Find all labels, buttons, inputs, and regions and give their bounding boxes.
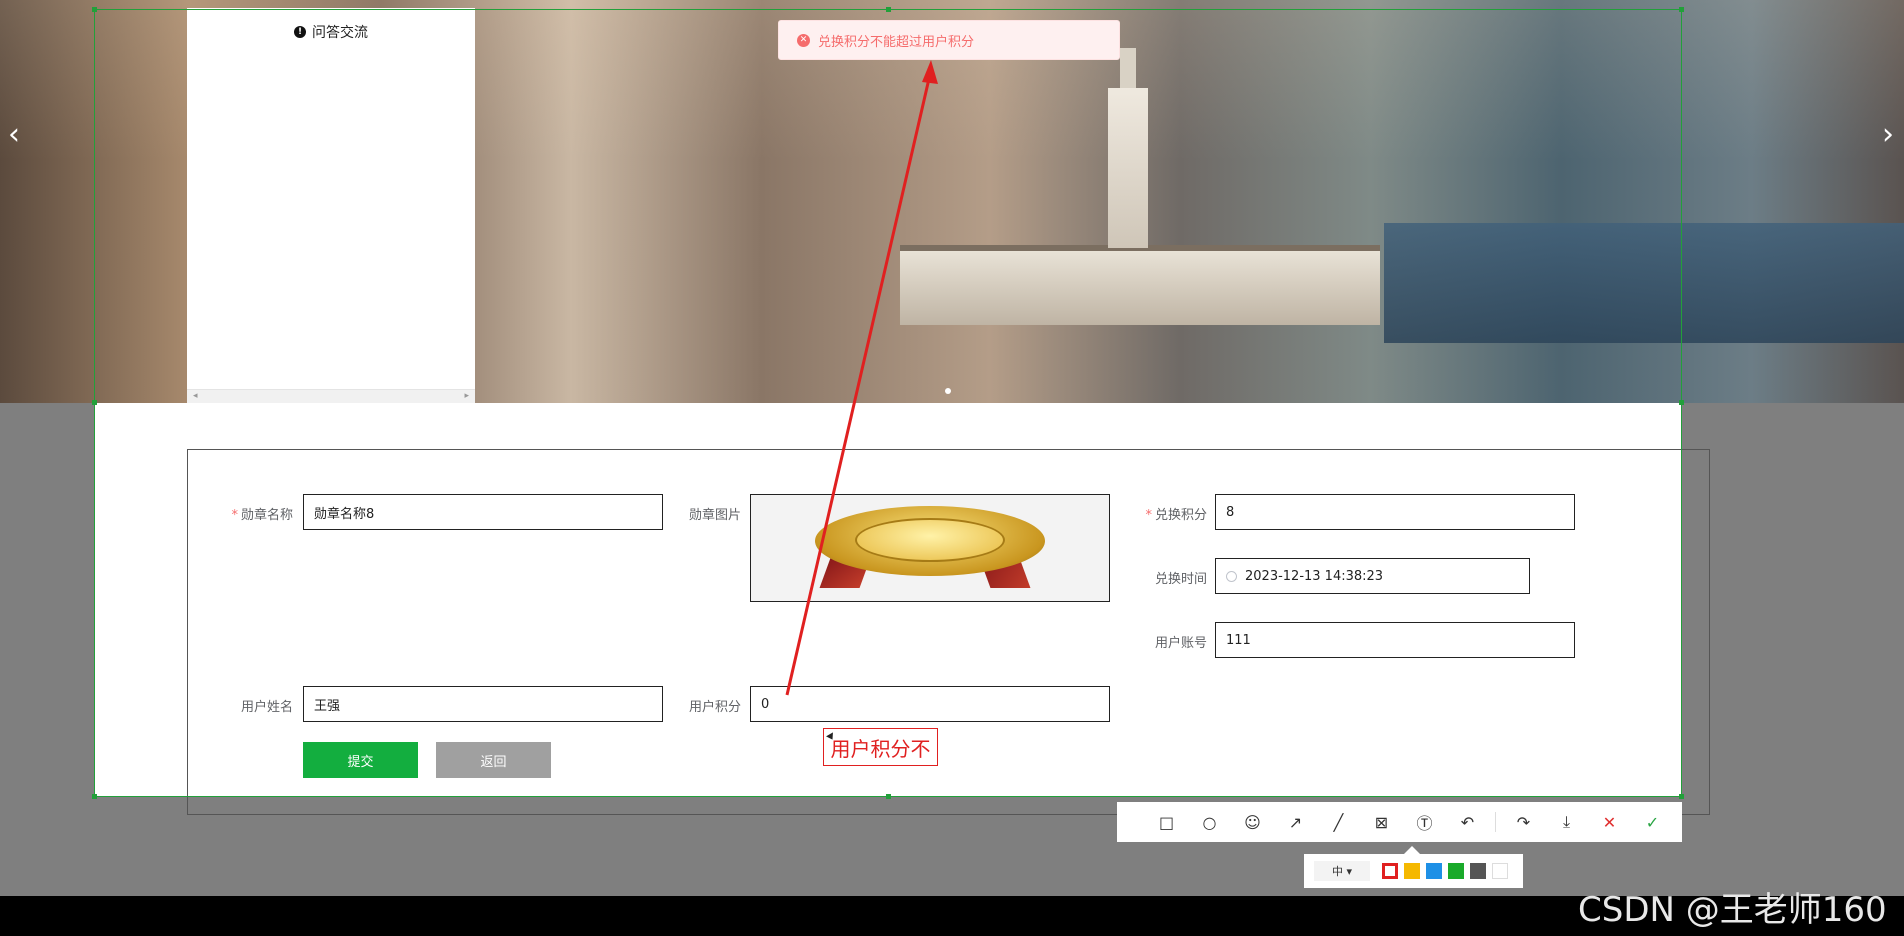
badge-image-label: 勋章图片 — [688, 508, 741, 523]
carousel-prev-icon[interactable]: ‹ — [8, 120, 20, 150]
badge-image-box[interactable] — [750, 494, 1110, 602]
banner-image-tower — [1108, 48, 1148, 248]
badge-name-input[interactable]: 勋章名称8 — [303, 494, 663, 530]
confirm-icon[interactable]: ✓ — [1631, 802, 1674, 842]
color-palette: 中 ▾ — [1304, 846, 1523, 888]
back-button[interactable]: 返回 — [436, 742, 551, 778]
rectangle-icon[interactable]: □ — [1145, 802, 1188, 842]
carousel-indicator[interactable] — [945, 388, 951, 394]
arrow-icon[interactable]: ↗ — [1274, 802, 1317, 842]
banner-image-water — [1384, 223, 1904, 343]
carousel-next-icon[interactable]: › — [1882, 120, 1894, 150]
scroll-left-icon[interactable]: ◂ — [193, 391, 198, 401]
medal-inner — [855, 518, 1005, 562]
menu-item-qa[interactable]: ! 问答交流 — [187, 8, 475, 42]
user-name-input[interactable]: 王强 — [303, 686, 663, 722]
toolbar-divider — [1495, 812, 1496, 832]
color-swatch-white[interactable] — [1492, 863, 1508, 879]
user-points-label: 用户积分 — [688, 700, 741, 715]
color-swatch-red[interactable] — [1382, 863, 1398, 879]
share-icon[interactable]: ↷ — [1502, 802, 1545, 842]
size-select[interactable]: 中 ▾ — [1314, 861, 1370, 881]
exchange-points-input[interactable]: 8 — [1215, 494, 1575, 530]
user-name-label: 用户姓名 — [240, 700, 293, 715]
text-icon[interactable]: Ⓣ — [1403, 802, 1446, 842]
mosaic-icon[interactable]: ⊠ — [1360, 802, 1403, 842]
ellipse-icon[interactable]: ○ — [1188, 802, 1231, 842]
exchange-time-picker[interactable]: 2023-12-13 14:38:23 — [1215, 558, 1530, 594]
required-mark: * — [231, 508, 238, 523]
menu-item-label: 问答交流 — [312, 25, 368, 41]
annotation-textbox[interactable]: 用户积分不 — [823, 728, 938, 766]
exchange-time-value: 2023-12-13 14:38:23 — [1245, 568, 1384, 584]
side-menu: ! 问答交流 ◂ ▸ — [187, 8, 475, 403]
error-circle-icon: ✕ — [797, 33, 810, 47]
watermark: CSDN @王老师160 — [1578, 890, 1887, 930]
user-account-label: 用户账号 — [1154, 636, 1207, 651]
toast-message: 兑换积分不能超过用户积分 — [818, 34, 975, 50]
user-points-input[interactable]: 0 — [750, 686, 1110, 722]
banner-image-pier — [900, 245, 1380, 325]
color-swatch-gray[interactable] — [1470, 863, 1486, 879]
horizontal-scrollbar[interactable]: ◂ ▸ — [187, 389, 475, 403]
required-mark: * — [1145, 508, 1152, 523]
exchange-time-label: 兑换时间 — [1154, 572, 1207, 587]
submit-button[interactable]: 提交 — [303, 742, 418, 778]
badge-name-label-text: 勋章名称 — [240, 508, 293, 523]
color-swatch-green[interactable] — [1448, 863, 1464, 879]
line-icon[interactable]: ╱ — [1317, 802, 1360, 842]
undo-icon[interactable]: ↶ — [1446, 802, 1489, 842]
exclamation-icon: ! — [294, 26, 306, 38]
scroll-right-icon[interactable]: ▸ — [464, 391, 469, 401]
emoji-icon[interactable]: ☺ — [1231, 802, 1274, 842]
clock-icon — [1226, 570, 1237, 582]
color-swatch-yellow[interactable] — [1404, 863, 1420, 879]
screenshot-toolbar: □ ○ ☺ ↗ ╱ ⊠ Ⓣ ↶ ↷ ⤓ ✕ ✓ — [1117, 802, 1682, 842]
exchange-points-label-text: 兑换积分 — [1154, 508, 1207, 523]
badge-name-label: * 勋章名称 — [203, 504, 293, 523]
download-icon[interactable]: ⤓ — [1545, 802, 1588, 842]
error-toast: ✕ 兑换积分不能超过用户积分 — [778, 20, 1120, 60]
medal-image — [805, 498, 1055, 598]
exchange-points-label: * 兑换积分 — [1117, 504, 1207, 523]
cancel-icon[interactable]: ✕ — [1588, 802, 1631, 842]
color-swatch-blue[interactable] — [1426, 863, 1442, 879]
user-account-input[interactable]: 111 — [1215, 622, 1575, 658]
